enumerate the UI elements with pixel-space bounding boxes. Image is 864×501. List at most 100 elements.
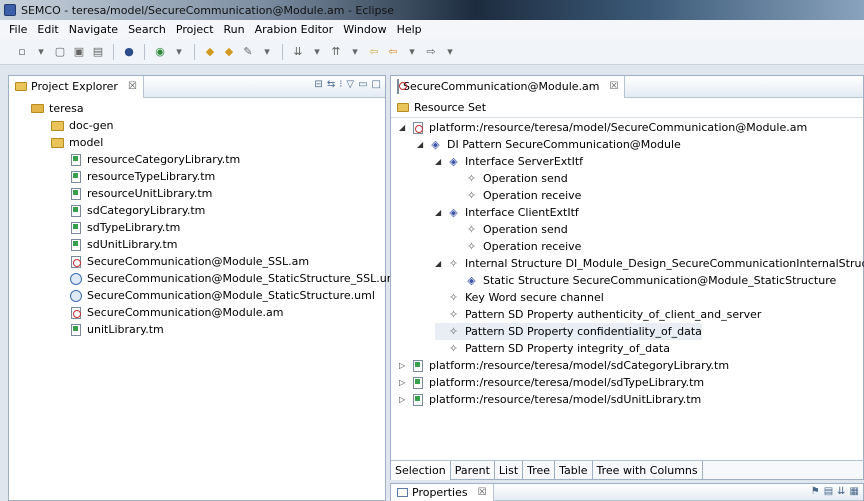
tree-item[interactable]: ✧ Operation send bbox=[453, 221, 568, 238]
tree-item[interactable]: ✧ Pattern SD Property confidentiality_of_… bbox=[435, 323, 702, 340]
tree-node-root[interactable]: teresa bbox=[31, 100, 84, 117]
tree-item[interactable]: ✧ Pattern SD Property authenticity_of_cli… bbox=[435, 306, 762, 323]
collapse-arrow-icon[interactable]: ◢ bbox=[435, 208, 445, 217]
edit-icon[interactable]: ✎ bbox=[240, 44, 256, 60]
file-item[interactable]: SecureCommunication@Module.am bbox=[69, 304, 283, 321]
forward-icon[interactable]: ⇨ bbox=[423, 44, 439, 60]
focus-icon[interactable]: ⁝ bbox=[339, 79, 342, 90]
file-item[interactable]: sdTypeLibrary.tm bbox=[69, 219, 180, 236]
collapse-arrow-icon[interactable]: ◢ bbox=[435, 157, 445, 166]
close-icon[interactable]: ☒ bbox=[609, 81, 618, 92]
menu-run[interactable]: Run bbox=[219, 23, 250, 36]
file-item[interactable]: resourceCategoryLibrary.tm bbox=[69, 151, 240, 168]
menu-search[interactable]: Search bbox=[123, 23, 171, 36]
maximize-icon[interactable]: □ bbox=[372, 79, 381, 90]
tab-editor-file[interactable]: SecureCommunication@Module.am ☒ bbox=[391, 75, 626, 98]
new-icon[interactable]: ▫ bbox=[14, 44, 30, 60]
debug-icon[interactable]: ● bbox=[121, 44, 137, 60]
expand-arrow-icon[interactable]: ▷ bbox=[399, 395, 409, 404]
menu-project[interactable]: Project bbox=[171, 23, 219, 36]
project-explorer-icon bbox=[15, 82, 27, 91]
collapse-arrow-icon[interactable]: ◢ bbox=[435, 259, 445, 268]
tree-item[interactable]: ✧ Pattern SD Property integrity_of_data bbox=[435, 340, 670, 357]
collapse-arrow-icon[interactable]: ◢ bbox=[417, 140, 427, 149]
tree-item[interactable]: ◢ ◈ Interface ServerExtItf bbox=[435, 153, 583, 170]
tree-item-label: Internal Structure DI_Module_Design_Secu… bbox=[465, 257, 864, 270]
tree-item[interactable]: ✧ Operation receive bbox=[453, 238, 582, 255]
tab-properties[interactable]: Properties ☒ bbox=[391, 483, 494, 501]
link-editor-icon[interactable]: ⇆ bbox=[327, 79, 335, 90]
tree-item[interactable]: ▷ platform:/resource/teresa/model/sdUnitL… bbox=[399, 391, 701, 408]
file-item[interactable]: SecureCommunication@Module_StaticStructu… bbox=[69, 270, 400, 287]
back-orange-icon[interactable]: ⇦ bbox=[385, 44, 401, 60]
categories-icon[interactable]: ▤ bbox=[824, 486, 833, 497]
tab-list[interactable]: List bbox=[495, 460, 524, 480]
dropdown-icon[interactable]: ▾ bbox=[442, 44, 458, 60]
prev-annotation-icon[interactable]: ⇈ bbox=[328, 44, 344, 60]
file-item[interactable]: SecureCommunication@Module_SSL.am bbox=[69, 253, 309, 270]
dropdown-icon[interactable]: ▾ bbox=[347, 44, 363, 60]
file-item[interactable]: sdCategoryLibrary.tm bbox=[69, 202, 205, 219]
tree-item[interactable]: ▷ platform:/resource/teresa/model/sdTypeL… bbox=[399, 374, 704, 391]
dropdown-icon[interactable]: ▾ bbox=[33, 44, 49, 60]
tree-item[interactable]: ◈ Static Structure SecureCommunication@Mo… bbox=[453, 272, 836, 289]
dropdown-icon[interactable]: ▾ bbox=[259, 44, 275, 60]
next-annotation-icon[interactable]: ⇊ bbox=[290, 44, 306, 60]
tree-item[interactable]: ◢ ◈ DI Pattern SecureCommunication@Module bbox=[417, 136, 681, 153]
save-icon[interactable]: ▢ bbox=[52, 44, 68, 60]
run-icon[interactable]: ◉ bbox=[152, 44, 168, 60]
dropdown-icon[interactable]: ▾ bbox=[171, 44, 187, 60]
tree-item[interactable]: ✧ Key Word secure channel bbox=[435, 289, 604, 306]
tree-item[interactable]: ▷ platform:/resource/teresa/model/sdCateg… bbox=[399, 357, 729, 374]
file-item[interactable]: resourceTypeLibrary.tm bbox=[69, 168, 215, 185]
editor-panel: SecureCommunication@Module.am ☒ Resource… bbox=[390, 75, 864, 480]
tree-item[interactable]: ◢ ✧ Internal Structure DI_Module_Design_Se… bbox=[435, 255, 864, 272]
expand-arrow-icon[interactable]: ▷ bbox=[399, 361, 409, 370]
menu-arabion-editor[interactable]: Arabion Editor bbox=[250, 23, 339, 36]
tree-item[interactable]: ◢ ◈ Interface ClientExtItf bbox=[435, 204, 579, 221]
advanced-icon[interactable]: ▦ bbox=[850, 486, 859, 497]
dropdown-icon[interactable]: ▾ bbox=[309, 44, 325, 60]
file-label: unitLibrary.tm bbox=[87, 323, 164, 336]
tab-tree[interactable]: Tree bbox=[523, 460, 556, 480]
tab-project-explorer[interactable]: Project Explorer ☒ bbox=[9, 75, 144, 98]
file-item[interactable]: sdUnitLibrary.tm bbox=[69, 236, 178, 253]
tree-node-model[interactable]: model bbox=[51, 134, 103, 151]
print-icon[interactable]: ▤ bbox=[90, 44, 106, 60]
open-folder-icon[interactable]: ◆ bbox=[221, 44, 237, 60]
tree-item[interactable]: ◢ platform:/resource/teresa/model/SecureC… bbox=[399, 119, 807, 136]
file-item[interactable]: unitLibrary.tm bbox=[69, 321, 164, 338]
toolbar-separator bbox=[282, 43, 283, 60]
dropdown-icon[interactable]: ▾ bbox=[404, 44, 420, 60]
menu-file[interactable]: File bbox=[4, 23, 32, 36]
minimize-icon[interactable]: ▭ bbox=[358, 79, 367, 90]
file-label: SecureCommunication@Module_StaticStructu… bbox=[87, 272, 401, 285]
filter-icon[interactable]: ⇊ bbox=[837, 486, 845, 497]
tab-tree-with-columns[interactable]: Tree with Columns bbox=[593, 460, 703, 480]
expand-arrow-icon[interactable]: ▷ bbox=[399, 378, 409, 387]
menu-edit[interactable]: Edit bbox=[32, 23, 63, 36]
open-type-icon[interactable]: ◆ bbox=[202, 44, 218, 60]
tab-selection[interactable]: Selection bbox=[391, 460, 451, 480]
tab-table[interactable]: Table bbox=[555, 460, 593, 480]
tree-node-doc-gen[interactable]: doc-gen bbox=[51, 117, 113, 134]
save-all-icon[interactable]: ▣ bbox=[71, 44, 87, 60]
model-element-icon: ✧ bbox=[466, 189, 477, 202]
tab-parent[interactable]: Parent bbox=[451, 460, 495, 480]
file-item[interactable]: resourceUnitLibrary.tm bbox=[69, 185, 212, 202]
collapse-arrow-icon[interactable]: ◢ bbox=[399, 123, 409, 132]
menu-help[interactable]: Help bbox=[392, 23, 427, 36]
close-icon[interactable]: ☒ bbox=[478, 487, 487, 498]
view-menu-icon[interactable]: ▽ bbox=[346, 79, 354, 90]
tree-item[interactable]: ✧ Operation send bbox=[453, 170, 568, 187]
pin-icon[interactable]: ⚑ bbox=[811, 486, 820, 497]
tree-item[interactable]: ✧ Operation receive bbox=[453, 187, 582, 204]
close-icon[interactable]: ☒ bbox=[128, 81, 137, 92]
file-item[interactable]: SecureCommunication@Module_StaticStructu… bbox=[69, 287, 375, 304]
back-icon[interactable]: ⇦ bbox=[366, 44, 382, 60]
collapse-all-icon[interactable]: ⊟ bbox=[314, 79, 322, 90]
resource-tree: ◢ platform:/resource/teresa/model/SecureC… bbox=[391, 119, 864, 459]
tab-label: SecureCommunication@Module.am bbox=[403, 80, 600, 93]
menu-window[interactable]: Window bbox=[338, 23, 391, 36]
menu-navigate[interactable]: Navigate bbox=[64, 23, 123, 36]
